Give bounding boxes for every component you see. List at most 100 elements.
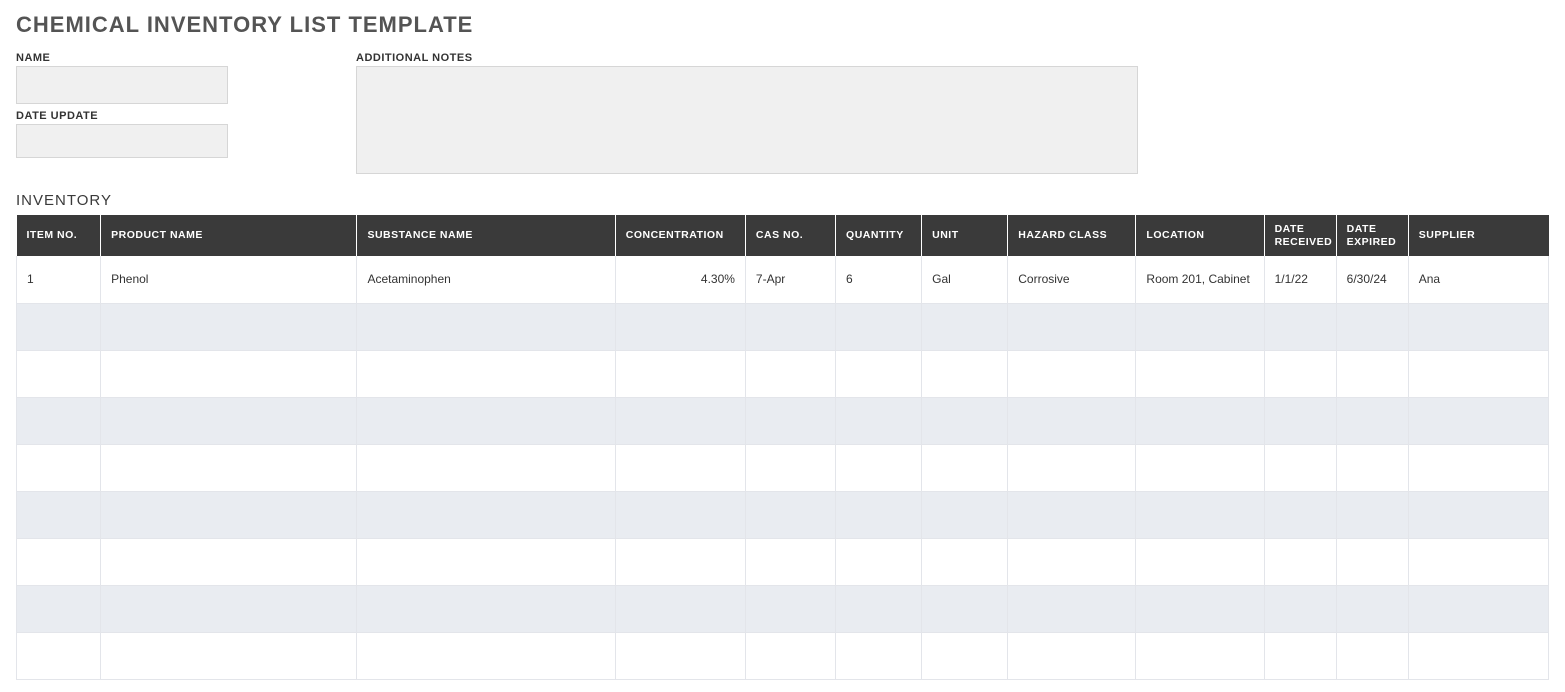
cell-supplier[interactable] bbox=[1408, 491, 1548, 538]
cell-hazard_class[interactable] bbox=[1008, 303, 1136, 350]
cell-date_received[interactable] bbox=[1264, 303, 1336, 350]
cell-concentration[interactable] bbox=[615, 585, 745, 632]
cell-hazard_class[interactable] bbox=[1008, 585, 1136, 632]
cell-date_received[interactable] bbox=[1264, 491, 1336, 538]
cell-hazard_class[interactable] bbox=[1008, 491, 1136, 538]
cell-supplier[interactable] bbox=[1408, 632, 1548, 679]
cell-product_name[interactable] bbox=[101, 632, 357, 679]
name-input[interactable] bbox=[16, 66, 228, 104]
cell-item_no[interactable] bbox=[17, 632, 101, 679]
cell-cas_no[interactable] bbox=[745, 350, 835, 397]
cell-quantity[interactable] bbox=[836, 397, 922, 444]
cell-unit[interactable] bbox=[922, 303, 1008, 350]
cell-date_expired[interactable] bbox=[1336, 491, 1408, 538]
cell-quantity[interactable] bbox=[836, 444, 922, 491]
cell-item_no[interactable] bbox=[17, 444, 101, 491]
cell-location[interactable]: Room 201, Cabinet bbox=[1136, 256, 1264, 303]
cell-date_expired[interactable] bbox=[1336, 350, 1408, 397]
cell-substance_name[interactable] bbox=[357, 350, 615, 397]
cell-location[interactable] bbox=[1136, 350, 1264, 397]
cell-product_name[interactable] bbox=[101, 585, 357, 632]
cell-item_no[interactable] bbox=[17, 303, 101, 350]
cell-substance_name[interactable] bbox=[357, 585, 615, 632]
cell-hazard_class[interactable] bbox=[1008, 538, 1136, 585]
cell-location[interactable] bbox=[1136, 444, 1264, 491]
cell-date_expired[interactable] bbox=[1336, 538, 1408, 585]
cell-quantity[interactable] bbox=[836, 303, 922, 350]
cell-cas_no[interactable] bbox=[745, 397, 835, 444]
cell-concentration[interactable] bbox=[615, 491, 745, 538]
cell-cas_no[interactable] bbox=[745, 585, 835, 632]
cell-location[interactable] bbox=[1136, 397, 1264, 444]
cell-substance_name[interactable]: Acetaminophen bbox=[357, 256, 615, 303]
cell-supplier[interactable] bbox=[1408, 444, 1548, 491]
cell-product_name[interactable] bbox=[101, 350, 357, 397]
cell-date_expired[interactable] bbox=[1336, 632, 1408, 679]
cell-item_no[interactable] bbox=[17, 538, 101, 585]
cell-unit[interactable] bbox=[922, 444, 1008, 491]
cell-substance_name[interactable] bbox=[357, 491, 615, 538]
cell-concentration[interactable] bbox=[615, 538, 745, 585]
cell-unit[interactable] bbox=[922, 538, 1008, 585]
cell-hazard_class[interactable] bbox=[1008, 444, 1136, 491]
cell-date_received[interactable] bbox=[1264, 585, 1336, 632]
cell-cas_no[interactable] bbox=[745, 444, 835, 491]
cell-quantity[interactable] bbox=[836, 632, 922, 679]
cell-product_name[interactable] bbox=[101, 538, 357, 585]
cell-unit[interactable]: Gal bbox=[922, 256, 1008, 303]
cell-location[interactable] bbox=[1136, 538, 1264, 585]
cell-date_received[interactable] bbox=[1264, 632, 1336, 679]
cell-concentration[interactable]: 4.30% bbox=[615, 256, 745, 303]
cell-product_name[interactable] bbox=[101, 444, 357, 491]
cell-cas_no[interactable]: 7-Apr bbox=[745, 256, 835, 303]
cell-hazard_class[interactable]: Corrosive bbox=[1008, 256, 1136, 303]
cell-date_expired[interactable] bbox=[1336, 397, 1408, 444]
cell-item_no[interactable]: 1 bbox=[17, 256, 101, 303]
cell-unit[interactable] bbox=[922, 632, 1008, 679]
cell-supplier[interactable] bbox=[1408, 585, 1548, 632]
cell-quantity[interactable] bbox=[836, 350, 922, 397]
cell-concentration[interactable] bbox=[615, 632, 745, 679]
cell-concentration[interactable] bbox=[615, 350, 745, 397]
cell-cas_no[interactable] bbox=[745, 303, 835, 350]
cell-unit[interactable] bbox=[922, 491, 1008, 538]
cell-date_expired[interactable] bbox=[1336, 444, 1408, 491]
cell-date_received[interactable] bbox=[1264, 538, 1336, 585]
cell-quantity[interactable] bbox=[836, 585, 922, 632]
cell-hazard_class[interactable] bbox=[1008, 397, 1136, 444]
cell-location[interactable] bbox=[1136, 491, 1264, 538]
cell-supplier[interactable]: Ana bbox=[1408, 256, 1548, 303]
cell-item_no[interactable] bbox=[17, 491, 101, 538]
cell-unit[interactable] bbox=[922, 350, 1008, 397]
cell-substance_name[interactable] bbox=[357, 632, 615, 679]
cell-date_expired[interactable]: 6/30/24 bbox=[1336, 256, 1408, 303]
cell-date_expired[interactable] bbox=[1336, 303, 1408, 350]
cell-supplier[interactable] bbox=[1408, 350, 1548, 397]
cell-quantity[interactable] bbox=[836, 491, 922, 538]
cell-substance_name[interactable] bbox=[357, 397, 615, 444]
date-update-input[interactable] bbox=[16, 124, 228, 158]
cell-location[interactable] bbox=[1136, 585, 1264, 632]
cell-hazard_class[interactable] bbox=[1008, 350, 1136, 397]
cell-hazard_class[interactable] bbox=[1008, 632, 1136, 679]
cell-date_received[interactable] bbox=[1264, 350, 1336, 397]
cell-concentration[interactable] bbox=[615, 397, 745, 444]
cell-date_expired[interactable] bbox=[1336, 585, 1408, 632]
cell-product_name[interactable] bbox=[101, 303, 357, 350]
cell-supplier[interactable] bbox=[1408, 303, 1548, 350]
cell-concentration[interactable] bbox=[615, 303, 745, 350]
cell-substance_name[interactable] bbox=[357, 538, 615, 585]
cell-concentration[interactable] bbox=[615, 444, 745, 491]
cell-cas_no[interactable] bbox=[745, 538, 835, 585]
cell-product_name[interactable]: Phenol bbox=[101, 256, 357, 303]
notes-input[interactable] bbox=[356, 66, 1138, 174]
cell-date_received[interactable] bbox=[1264, 397, 1336, 444]
cell-product_name[interactable] bbox=[101, 491, 357, 538]
cell-date_received[interactable]: 1/1/22 bbox=[1264, 256, 1336, 303]
cell-date_received[interactable] bbox=[1264, 444, 1336, 491]
cell-supplier[interactable] bbox=[1408, 397, 1548, 444]
cell-substance_name[interactable] bbox=[357, 303, 615, 350]
cell-quantity[interactable] bbox=[836, 538, 922, 585]
cell-item_no[interactable] bbox=[17, 397, 101, 444]
cell-item_no[interactable] bbox=[17, 350, 101, 397]
